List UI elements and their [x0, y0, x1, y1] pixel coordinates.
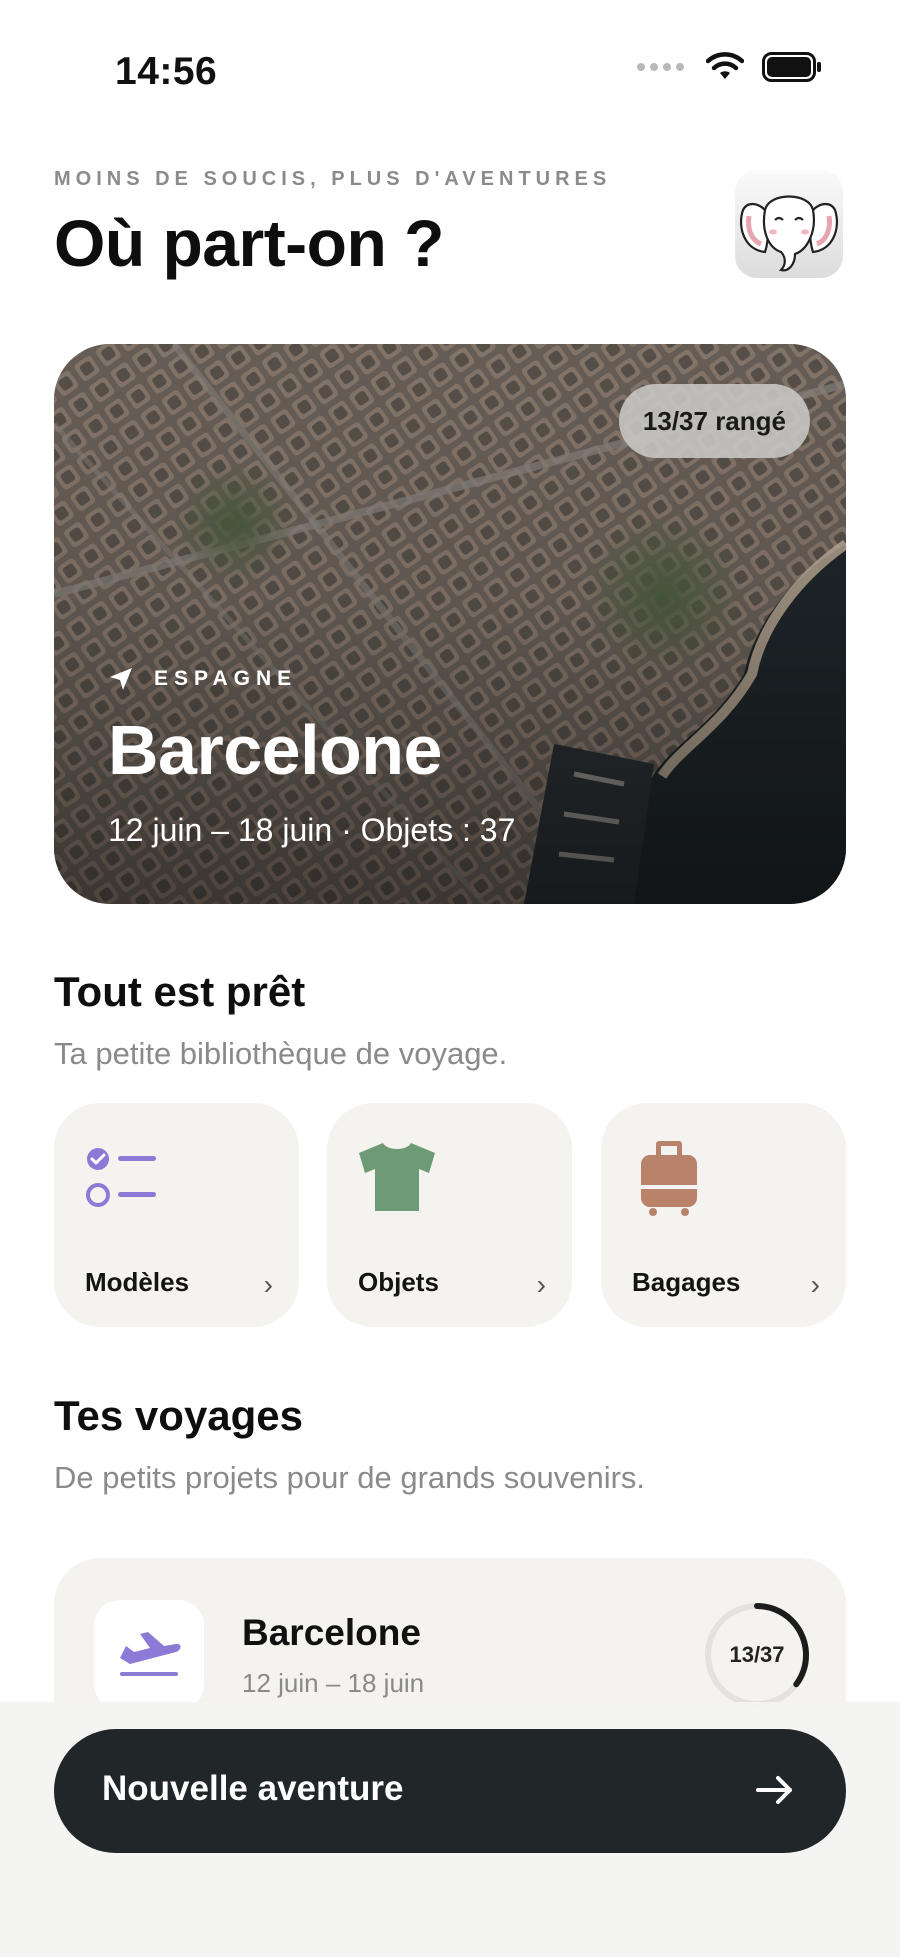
hero-country-label: ESPAGNE	[154, 667, 298, 690]
tile-bagages[interactable]: Bagages ›	[601, 1103, 846, 1327]
trips-section-subtitle: De petits projets pour de grands souveni…	[54, 1460, 646, 1495]
tile-modeles[interactable]: Modèles ›	[54, 1103, 299, 1327]
featured-trip-card[interactable]: 13/37 rangé ESPAGNE Barcelone 12 juin – …	[54, 344, 846, 904]
trip-progress-label: 13/37	[729, 1642, 785, 1667]
tile-objets[interactable]: Objets ›	[327, 1103, 572, 1327]
chevron-right-icon: ›	[810, 1269, 820, 1300]
arrow-right-icon	[756, 1776, 792, 1804]
avatar[interactable]	[735, 170, 843, 278]
hero-country: ESPAGNE	[108, 666, 297, 692]
trips-section-title: Tes voyages	[54, 1392, 304, 1439]
tshirt-icon	[359, 1143, 435, 1211]
elephant-mascot-icon	[739, 195, 839, 272]
packed-progress-badge: 13/37 rangé	[618, 384, 810, 458]
trip-icon-box	[94, 1600, 204, 1710]
new-adventure-label: Nouvelle aventure	[102, 1769, 404, 1808]
library-section-subtitle: Ta petite bibliothèque de voyage.	[54, 1036, 508, 1071]
page-title: Où part-on ?	[54, 206, 444, 280]
chevron-right-icon: ›	[536, 1269, 546, 1300]
hero-trip-meta: 12 juin – 18 juin · Objets : 37	[108, 812, 516, 848]
battery-icon	[762, 52, 821, 82]
tile-label: Bagages	[632, 1267, 741, 1297]
home-screen: 14:56 MOINS DE SOUCIS, PLUS D'AVENTURES …	[0, 0, 900, 1957]
airplane-icon	[120, 1632, 181, 1676]
library-section-title: Tout est prêt	[54, 968, 306, 1015]
status-icons	[637, 52, 822, 82]
location-arrow-icon	[110, 668, 132, 690]
trip-dates: 12 juin – 18 juin	[242, 1668, 425, 1698]
header-eyebrow: MOINS DE SOUCIS, PLUS D'AVENTURES	[54, 168, 612, 190]
chevron-right-icon: ›	[263, 1269, 273, 1300]
status-time: 14:56	[115, 50, 218, 93]
trip-name: Barcelone	[242, 1612, 421, 1653]
new-adventure-button[interactable]: Nouvelle aventure	[54, 1729, 846, 1853]
wifi-icon	[706, 52, 744, 79]
hero-city-name: Barcelone	[108, 711, 442, 789]
checklist-icon	[86, 1148, 156, 1207]
status-bar: 14:56	[0, 0, 900, 150]
suitcase-icon	[641, 1141, 697, 1216]
tile-label: Objets	[358, 1267, 439, 1297]
tile-label: Modèles	[85, 1267, 190, 1297]
cellular-signal-icon	[637, 63, 684, 71]
